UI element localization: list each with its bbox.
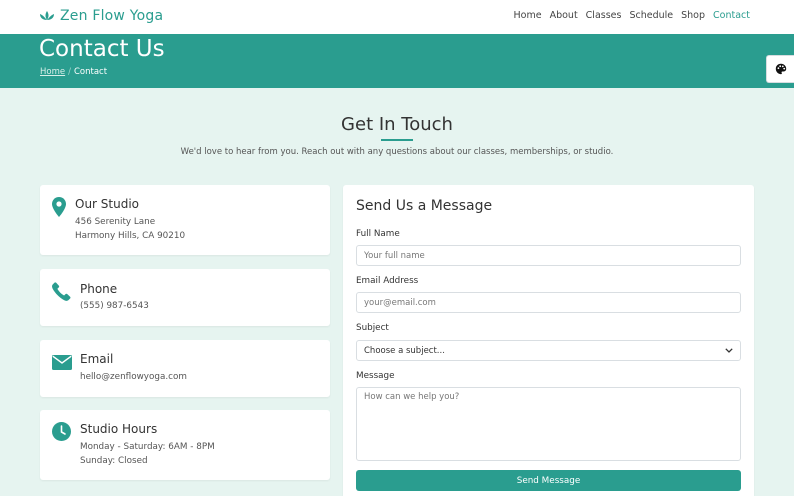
subject-selected-value: Choose a subject... bbox=[364, 345, 445, 356]
breadcrumb-home-link[interactable]: Home bbox=[40, 67, 65, 77]
subject-label: Subject bbox=[356, 323, 389, 333]
chevron-down-icon bbox=[725, 348, 733, 353]
palette-icon bbox=[775, 63, 786, 75]
nav-schedule[interactable]: Schedule bbox=[629, 10, 673, 21]
full-name-input[interactable] bbox=[356, 245, 741, 266]
page-title: Contact Us bbox=[39, 36, 165, 62]
card-phone-number[interactable]: (555) 987-6543 bbox=[80, 301, 149, 311]
info-card-studio: Our Studio 456 Serenity Lane Harmony Hil… bbox=[40, 185, 330, 255]
nav-home[interactable]: Home bbox=[514, 10, 542, 21]
full-name-label: Full Name bbox=[356, 229, 400, 239]
brand-name: Zen Flow Yoga bbox=[60, 8, 164, 24]
card-address-line-2: Harmony Hills, CA 90210 bbox=[75, 231, 186, 241]
card-title: Studio Hours bbox=[80, 422, 158, 436]
nav-about[interactable]: About bbox=[550, 10, 578, 21]
card-title: Our Studio bbox=[75, 197, 140, 211]
theme-toggle-button[interactable] bbox=[766, 55, 794, 83]
card-title: Email bbox=[80, 352, 114, 366]
card-email-address[interactable]: hello@zenflowyoga.com bbox=[80, 372, 187, 382]
lotus-icon bbox=[40, 11, 54, 20]
clock-icon bbox=[52, 422, 71, 441]
send-message-button[interactable]: Send Message bbox=[356, 470, 741, 491]
breadcrumb-separator: / bbox=[68, 67, 71, 77]
email-label: Email Address bbox=[356, 276, 419, 286]
brand-logo[interactable]: Zen Flow Yoga bbox=[39, 8, 163, 24]
section-heading: Get In Touch bbox=[341, 114, 453, 135]
breadcrumb-current: Contact bbox=[73, 67, 108, 77]
nav-classes[interactable]: Classes bbox=[586, 10, 622, 21]
breadcrumb: Home / Contact bbox=[40, 67, 107, 77]
nav-contact[interactable]: Contact bbox=[713, 10, 750, 21]
card-hours-weekdays: Monday - Saturday: 6AM - 8PM bbox=[80, 442, 215, 452]
main-nav: Home About Classes Schedule Shop Contact bbox=[514, 10, 750, 21]
card-title: Phone bbox=[80, 282, 118, 296]
contact-form: Send Us a Message Full Name Email Addres… bbox=[343, 185, 754, 496]
message-textarea[interactable] bbox=[356, 387, 741, 461]
card-address-line-1: 456 Serenity Lane bbox=[75, 217, 156, 227]
message-label: Message bbox=[356, 371, 395, 381]
section-subtitle: We'd love to hear from you. Reach out wi… bbox=[180, 147, 614, 157]
info-card-email: Email hello@zenflowyoga.com bbox=[40, 340, 330, 397]
subject-select[interactable]: Choose a subject... bbox=[356, 340, 741, 361]
map-pin-icon bbox=[52, 197, 66, 217]
info-card-phone: Phone (555) 987-6543 bbox=[40, 269, 330, 326]
card-hours-sunday: Sunday: Closed bbox=[80, 456, 148, 466]
page-hero: Contact Us Home / Contact bbox=[0, 34, 794, 88]
form-title: Send Us a Message bbox=[356, 198, 493, 214]
heading-divider bbox=[381, 139, 413, 141]
email-input[interactable] bbox=[356, 292, 741, 313]
site-header: Zen Flow Yoga Home About Classes Schedul… bbox=[0, 0, 794, 34]
envelope-icon bbox=[52, 355, 72, 370]
nav-shop[interactable]: Shop bbox=[681, 10, 705, 21]
info-card-hours: Studio Hours Monday - Saturday: 6AM - 8P… bbox=[40, 410, 330, 480]
phone-icon bbox=[52, 282, 71, 301]
